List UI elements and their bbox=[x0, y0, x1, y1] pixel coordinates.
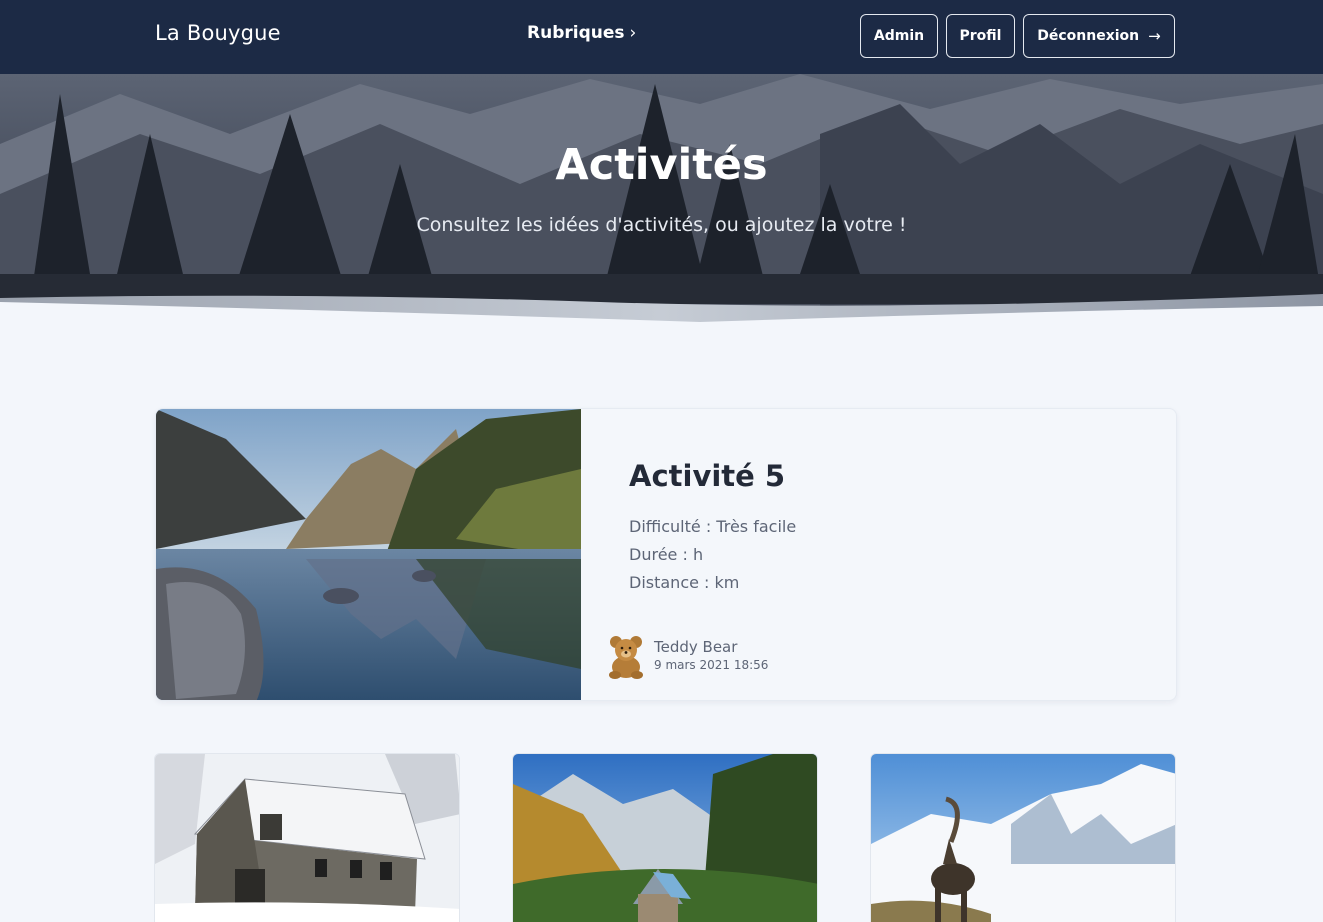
page-subtitle: Consultez les idées d'activités, ou ajou… bbox=[416, 214, 907, 236]
activity-difficulty: Difficulté : Très facile bbox=[629, 517, 797, 536]
activity-card-cabin[interactable] bbox=[154, 753, 460, 922]
admin-button[interactable]: Admin bbox=[860, 14, 938, 58]
activity-card-ibex[interactable] bbox=[870, 753, 1176, 922]
top-navbar: La Bouygue Rubriques › Admin Profil Décon… bbox=[0, 0, 1323, 74]
activity-card-valley[interactable] bbox=[512, 753, 818, 922]
activity-title: Activité 5 bbox=[629, 459, 786, 493]
logout-label: Déconnexion bbox=[1037, 28, 1140, 44]
ibex-mountain-image bbox=[871, 754, 1175, 922]
page-title: Activités bbox=[555, 140, 768, 190]
author-name: Teddy Bear bbox=[654, 638, 738, 656]
arrow-right-icon: → bbox=[1148, 27, 1161, 45]
logout-button[interactable]: Déconnexion → bbox=[1023, 14, 1175, 58]
hero-mountain-background bbox=[0, 74, 1323, 329]
post-date: 9 mars 2021 18:56 bbox=[654, 658, 769, 672]
mountain-valley-image bbox=[513, 754, 817, 922]
brand-link[interactable]: La Bouygue bbox=[155, 21, 281, 45]
hero-banner bbox=[0, 74, 1323, 329]
chevron-right-icon: › bbox=[629, 23, 637, 43]
activity-lake-image bbox=[156, 409, 581, 700]
teddy-bear-icon bbox=[609, 636, 643, 679]
activity-duration: Durée : h bbox=[629, 545, 704, 564]
featured-activity-card[interactable]: Activité 5 Difficulté : Très facile Duré… bbox=[155, 408, 1177, 701]
profil-button[interactable]: Profil bbox=[946, 14, 1015, 58]
snowy-cabin-image bbox=[155, 754, 459, 922]
rubriques-menu[interactable]: Rubriques › bbox=[527, 23, 636, 43]
activity-distance: Distance : km bbox=[629, 573, 740, 592]
rubriques-label: Rubriques bbox=[527, 23, 625, 43]
